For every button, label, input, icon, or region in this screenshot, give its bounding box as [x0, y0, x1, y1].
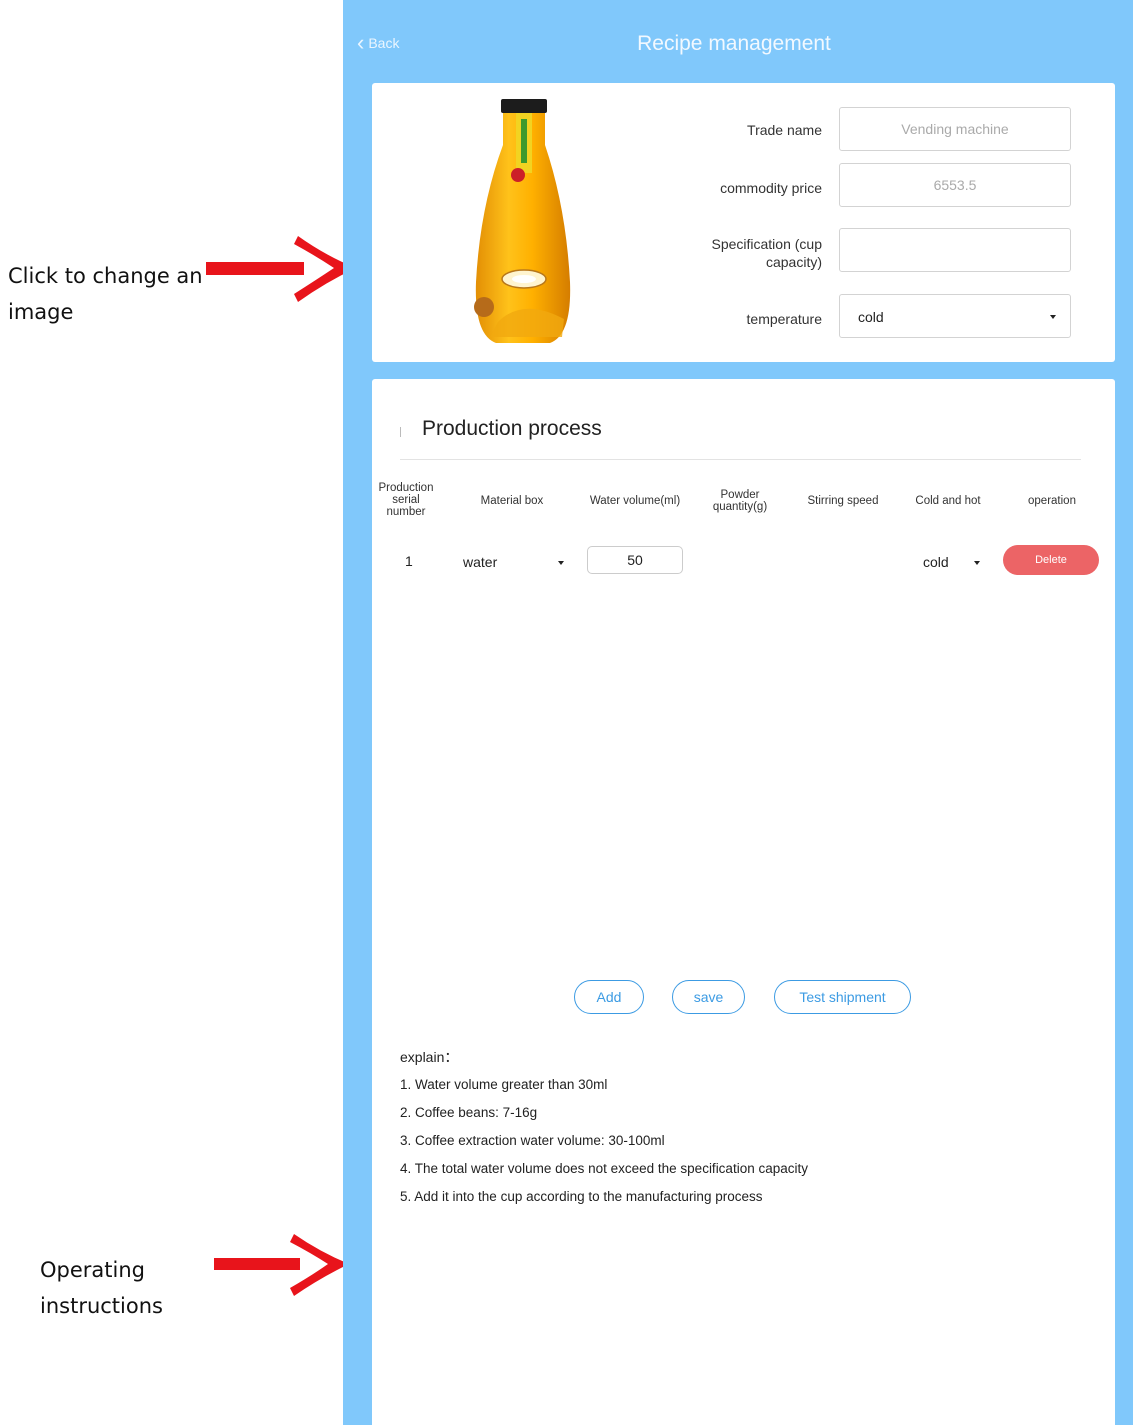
- annotation-change-image: Click to change an image: [8, 264, 203, 324]
- page-title: Recipe management: [637, 32, 831, 55]
- column-header-operation: operation: [1028, 495, 1076, 507]
- temperature-row: temperature cold: [672, 294, 1072, 340]
- trade-name-row: Trade name: [672, 107, 1072, 153]
- specification-row: Specification (cup capacity): [672, 228, 1072, 274]
- column-header-material-box: Material box: [480, 495, 544, 507]
- temperature-select[interactable]: cold: [839, 294, 1071, 338]
- caret-down-icon: [1050, 315, 1056, 319]
- material-box-value: water: [463, 554, 498, 570]
- juice-bottle-image[interactable]: [468, 97, 578, 347]
- explain-list: 1. Water volume greater than 30ml 2. Cof…: [400, 1076, 808, 1216]
- temperature-label: temperature: [746, 311, 822, 327]
- commodity-price-row: commodity price: [672, 163, 1072, 209]
- commodity-price-input[interactable]: [839, 163, 1071, 207]
- production-process-card: Production process Production serial num…: [372, 379, 1115, 1425]
- explain-item: 4. The total water volume does not excee…: [400, 1161, 808, 1176]
- red-arrow-icon: [206, 236, 356, 302]
- test-shipment-button[interactable]: Test shipment: [774, 980, 911, 1014]
- annotation-line-1: Operating: [40, 1258, 145, 1282]
- cold-hot-value: cold: [923, 554, 949, 570]
- annotation-line-2: instructions: [40, 1294, 163, 1318]
- column-header-water-volume: Water volume(ml): [589, 495, 681, 507]
- section-title: Production process: [422, 417, 602, 440]
- column-header-powder-quantity: Powder quantity(g): [712, 489, 768, 513]
- trade-name-label: Trade name: [747, 122, 822, 138]
- serial-number: 1: [405, 553, 413, 569]
- cold-hot-select[interactable]: cold: [923, 554, 993, 574]
- specification-input[interactable]: [839, 228, 1071, 272]
- explain-item: 5. Add it into the cup according to the …: [400, 1189, 763, 1204]
- trade-name-input[interactable]: [839, 107, 1071, 151]
- column-header-stirring-speed: Stirring speed: [807, 495, 879, 507]
- column-header-serial: Production serial number: [378, 482, 434, 518]
- column-header-cold-hot: Cold and hot: [915, 495, 981, 507]
- header-bar: ‹ Back Recipe management: [343, 0, 1125, 82]
- section-marker: [400, 427, 401, 437]
- product-info-card: Trade name commodity price Specification…: [372, 83, 1115, 362]
- explain-item: 3. Coffee extraction water volume: 30-10…: [400, 1133, 665, 1148]
- caret-down-icon: [558, 561, 564, 565]
- save-button[interactable]: save: [672, 980, 745, 1014]
- material-box-select[interactable]: water: [463, 554, 564, 574]
- explain-item: 2. Coffee beans: 7-16g: [400, 1105, 538, 1120]
- annotation-operating-instructions: Operating instructions: [40, 1252, 240, 1324]
- section-divider: [400, 459, 1081, 460]
- water-volume-input[interactable]: [587, 546, 683, 574]
- red-arrow-icon: [214, 1234, 349, 1296]
- caret-down-icon: [974, 561, 980, 565]
- add-button[interactable]: Add: [574, 980, 644, 1014]
- explain-title: explain：: [400, 1049, 459, 1065]
- delete-button[interactable]: Delete: [1003, 545, 1099, 575]
- specification-label: Specification (cup capacity): [711, 236, 822, 270]
- commodity-price-label: commodity price: [720, 180, 822, 196]
- explain-item: 1. Water volume greater than 30ml: [400, 1077, 608, 1092]
- temperature-value: cold: [858, 309, 884, 325]
- app-screen: ‹ Back Recipe management Trade name Vend…: [343, 0, 1133, 1425]
